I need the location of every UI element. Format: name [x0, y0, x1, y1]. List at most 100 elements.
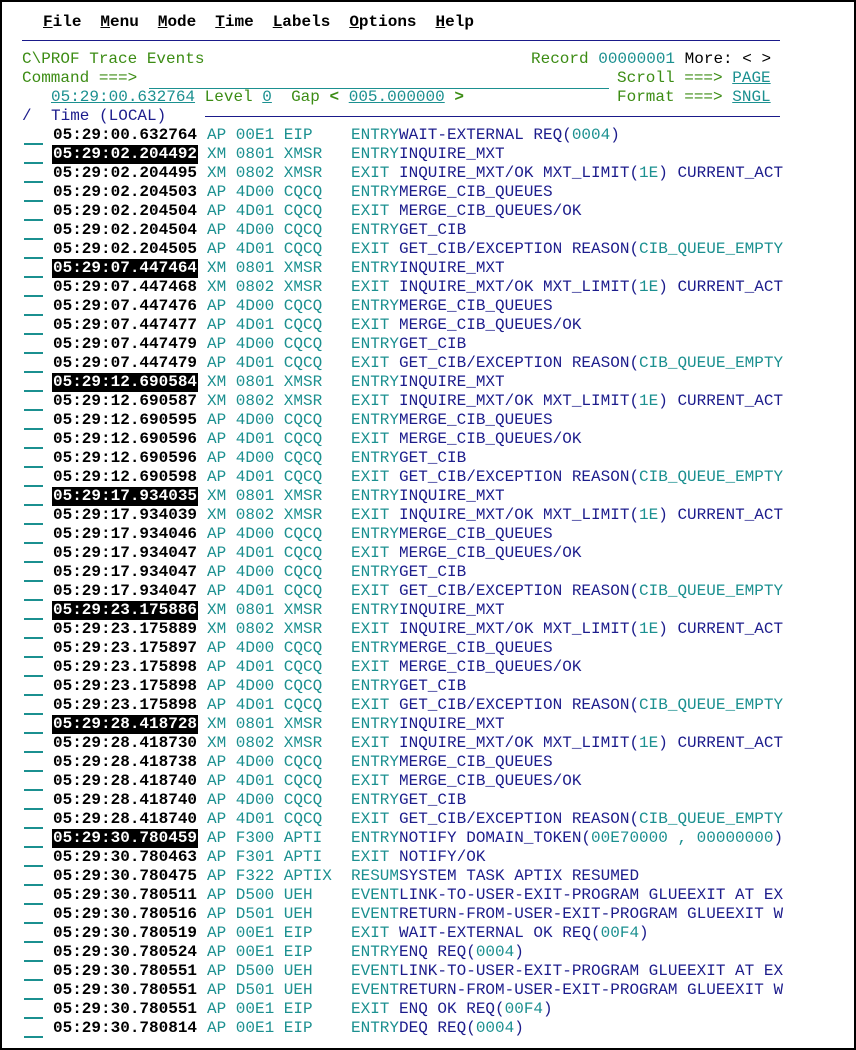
event-time[interactable]: 05:29:28.418740 [52, 810, 198, 829]
event-time[interactable]: 05:29:02.204503 [52, 183, 198, 202]
line-command-input[interactable] [24, 485, 43, 487]
event-time[interactable]: 05:29:07.447477 [52, 316, 198, 335]
line-command-input[interactable] [24, 542, 43, 544]
event-time[interactable]: 05:29:28.418728 [52, 715, 199, 734]
line-command-input[interactable] [24, 162, 43, 164]
line-command-input[interactable] [24, 314, 43, 316]
gap-prev-button[interactable]: < [330, 88, 340, 106]
line-command-input[interactable] [24, 599, 43, 601]
event-time[interactable]: 05:29:12.690596 [52, 430, 198, 449]
event-time[interactable]: 05:29:23.175889 [52, 620, 198, 639]
level-input[interactable]: 0 [262, 88, 272, 106]
event-time[interactable]: 05:29:30.780519 [52, 924, 198, 943]
event-time[interactable]: 05:29:28.418740 [52, 791, 198, 810]
line-command-input[interactable] [24, 865, 43, 867]
line-command-input[interactable] [24, 922, 43, 924]
event-time[interactable]: 05:29:28.418740 [52, 772, 198, 791]
line-command-input[interactable] [24, 789, 43, 791]
event-time[interactable]: 05:29:17.934039 [52, 506, 198, 525]
event-time[interactable]: 05:29:12.690596 [52, 449, 198, 468]
line-command-input[interactable] [24, 637, 43, 639]
line-command-input[interactable] [24, 694, 43, 696]
line-command-input[interactable] [24, 428, 43, 430]
menu-item-mode[interactable]: Mode [158, 13, 196, 31]
line-command-input[interactable] [24, 295, 43, 297]
line-command-input[interactable] [24, 447, 43, 449]
event-time[interactable]: 05:29:12.690598 [52, 468, 198, 487]
scroll-input[interactable]: PAGE [732, 69, 770, 87]
line-command-input[interactable] [24, 181, 43, 183]
line-command-input[interactable] [24, 238, 43, 240]
event-time[interactable]: 05:29:17.934047 [52, 544, 198, 563]
event-time[interactable]: 05:29:17.934035 [52, 487, 199, 506]
more-arrows[interactable]: < > [742, 50, 771, 68]
line-command-input[interactable] [24, 200, 43, 202]
event-time[interactable]: 05:29:07.447479 [52, 335, 198, 354]
line-command-input[interactable] [24, 143, 43, 145]
event-time[interactable]: 05:29:23.175886 [52, 601, 199, 620]
line-command-input[interactable] [24, 903, 43, 905]
menu-item-help[interactable]: Help [436, 13, 474, 31]
line-command-input[interactable] [24, 808, 43, 810]
event-time[interactable]: 05:29:30.780551 [52, 981, 198, 1000]
line-command-input[interactable] [24, 732, 43, 734]
event-time[interactable]: 05:29:02.204504 [52, 221, 198, 240]
line-command-input[interactable] [24, 770, 43, 772]
event-time[interactable]: 05:29:17.934047 [52, 563, 198, 582]
event-time[interactable]: 05:29:28.418730 [52, 734, 198, 753]
line-command-input[interactable] [24, 979, 43, 981]
line-command-input[interactable] [24, 960, 43, 962]
line-command-input[interactable] [24, 371, 43, 373]
line-command-input[interactable] [24, 390, 43, 392]
line-command-input[interactable] [24, 1017, 43, 1019]
event-time[interactable]: 05:29:23.175898 [52, 658, 198, 677]
event-time[interactable]: 05:29:23.175898 [52, 696, 198, 715]
event-time[interactable]: 05:29:30.780551 [52, 1000, 198, 1019]
gap-next-button[interactable]: > [454, 88, 464, 106]
format-input[interactable]: SNGL [732, 88, 770, 106]
event-time[interactable]: 05:29:07.447479 [52, 354, 198, 373]
line-command-input[interactable] [24, 523, 43, 525]
line-command-input[interactable] [24, 409, 43, 411]
line-command-input[interactable] [24, 466, 43, 468]
line-command-input[interactable] [24, 276, 43, 278]
event-time[interactable]: 05:29:23.175897 [52, 639, 198, 658]
line-command-input[interactable] [24, 219, 43, 221]
line-command-input[interactable] [24, 504, 43, 506]
line-command-input[interactable] [24, 827, 43, 829]
line-command-input[interactable] [24, 333, 43, 335]
event-time[interactable]: 05:29:07.447464 [52, 259, 199, 278]
line-command-input[interactable] [24, 561, 43, 563]
event-time[interactable]: 05:29:17.934047 [52, 582, 198, 601]
line-command-input[interactable] [24, 618, 43, 620]
event-time[interactable]: 05:29:02.204495 [52, 164, 198, 183]
event-time[interactable]: 05:29:28.418738 [52, 753, 198, 772]
line-command-input[interactable] [24, 656, 43, 658]
event-time[interactable]: 05:29:30.780551 [52, 962, 198, 981]
menu-item-file[interactable]: File [43, 13, 81, 31]
line-command-input[interactable] [24, 713, 43, 715]
event-time[interactable]: 05:29:12.690595 [52, 411, 198, 430]
event-time[interactable]: 05:29:02.204492 [52, 145, 199, 164]
event-time[interactable]: 05:29:17.934046 [52, 525, 198, 544]
line-command-input[interactable] [24, 580, 43, 582]
event-time[interactable]: 05:29:07.447468 [52, 278, 198, 297]
event-time[interactable]: 05:29:30.780516 [52, 905, 198, 924]
line-command-input[interactable] [24, 998, 43, 1000]
event-time[interactable]: 05:29:30.780511 [52, 886, 198, 905]
event-time[interactable]: 05:29:30.780814 [52, 1019, 198, 1038]
event-time[interactable]: 05:29:02.204504 [52, 202, 198, 221]
line-command-input[interactable] [24, 1036, 43, 1038]
menu-item-labels[interactable]: Labels [273, 13, 331, 31]
menu-item-time[interactable]: Time [215, 13, 253, 31]
menu-item-options[interactable]: Options [349, 13, 416, 31]
line-command-input[interactable] [24, 884, 43, 886]
gap-input[interactable]: 005.000000 [349, 88, 445, 106]
line-command-input[interactable] [24, 941, 43, 943]
event-time[interactable]: 05:29:12.690587 [52, 392, 198, 411]
line-command-input[interactable] [24, 352, 43, 354]
menu-item-menu[interactable]: Menu [100, 13, 138, 31]
event-time[interactable]: 05:29:30.780475 [52, 867, 198, 886]
line-command-input[interactable] [24, 675, 43, 677]
line-command-input[interactable] [24, 751, 43, 753]
